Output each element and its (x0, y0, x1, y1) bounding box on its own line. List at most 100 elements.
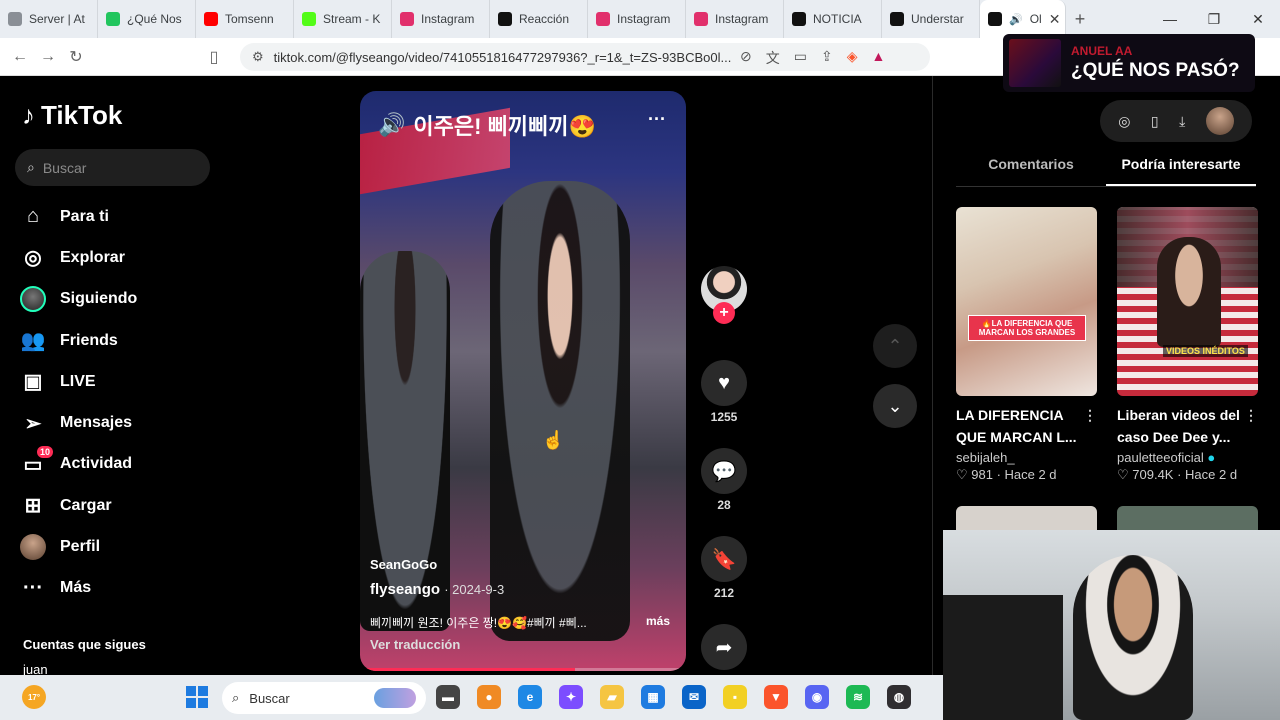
taskbar-apps: ▬ ● e ✦ ▰ ▦ ✉ ▪ ▼ ◉ ≋ ◍ (436, 685, 911, 709)
heart-icon: ♥ (718, 371, 730, 394)
browser-tab[interactable]: Server | At (0, 0, 98, 38)
tiktok-logo[interactable]: ♪ TikTok (22, 100, 122, 131)
suggested-video-card[interactable]: 🔥LA DIFERENCIA QUE MARCAN LOS GRANDES LA… (956, 207, 1097, 483)
browser-tab[interactable]: Instagram (588, 0, 686, 38)
sidebar-item[interactable]: Siguiendo (20, 279, 137, 320)
video-progress-bar[interactable] (360, 668, 686, 671)
follow-plus-icon[interactable]: + (713, 302, 735, 324)
webcam-overlay (943, 530, 1280, 720)
more-link[interactable]: más (646, 614, 670, 631)
card-more-icon[interactable]: ⋮ (1244, 404, 1258, 426)
creator-avatar[interactable]: + (701, 266, 747, 324)
comment-button[interactable]: 💬 (701, 448, 747, 494)
tab-comments[interactable]: Comentarios (956, 156, 1106, 186)
tab-favicon-icon (400, 12, 414, 26)
app-icon[interactable]: ● (477, 685, 501, 709)
translate-icon[interactable]: 文 (766, 48, 780, 68)
sidebar-item[interactable]: ⊞ Cargar (20, 485, 137, 526)
tab-favicon-icon (596, 12, 610, 26)
maximize-button[interactable]: ❐ (1192, 11, 1236, 28)
obs-icon[interactable]: ◍ (887, 685, 911, 709)
file-manager-icon[interactable]: ▬ (436, 685, 460, 709)
sidebar-item[interactable]: ··· Más (20, 568, 137, 609)
browser-tab[interactable]: Instagram (392, 0, 490, 38)
download-icon[interactable]: ⤓ (1179, 113, 1185, 130)
no-tracking-icon[interactable]: ⊘ (740, 48, 752, 68)
speaker-icon: 🔊 (1009, 13, 1023, 26)
copilot-icon[interactable]: ✦ (559, 685, 583, 709)
browser-tab[interactable]: ¿Qué Nos (98, 0, 196, 38)
browser-tab[interactable]: Tomsenn (196, 0, 294, 38)
action-rail: + ♥ 1255 💬 28 🔖 212 ➦ 191 (700, 266, 748, 720)
spotify-icon[interactable]: ≋ (846, 685, 870, 709)
edge-icon[interactable]: e (518, 685, 542, 709)
sidebar-item-label: LIVE (60, 372, 96, 390)
bookmark-icon[interactable]: ▯ (200, 47, 228, 67)
thumbnail-caption: 🔥LA DIFERENCIA QUE MARCAN LOS GRANDES (968, 315, 1086, 341)
cast-icon[interactable]: ▭ (794, 48, 807, 68)
translate-link[interactable]: Ver traducción (370, 637, 460, 652)
sidebar-item[interactable]: ➢ Mensajes (20, 402, 137, 443)
card-user[interactable]: sebijaleh_ (956, 450, 1097, 465)
user-avatar[interactable] (1205, 107, 1234, 135)
share-button[interactable]: ➦ (701, 624, 747, 670)
video-player[interactable]: 🔊 이주은! 삐끼삐끼😍 ··· SeanGoGo flyseango · 20… (360, 91, 686, 671)
brave-shield-icon[interactable]: ◈ (847, 48, 858, 68)
video-more-button[interactable]: ··· (648, 109, 666, 130)
brave-rewards-icon[interactable]: ▲ (871, 48, 885, 68)
folder-icon[interactable]: ▰ (600, 685, 624, 709)
sidebar-item[interactable]: ▭ 10 Actividad (20, 444, 137, 485)
now-playing-notification[interactable]: ANUEL AA ¿QUÉ NOS PASÓ? (1003, 34, 1255, 92)
video-author[interactable]: flyseango · 2024-9-3 (370, 581, 504, 598)
sidebar-item[interactable]: 👥 Friends (20, 320, 137, 361)
card-more-icon[interactable]: ⋮ (1083, 404, 1097, 426)
sticky-notes-icon[interactable]: ▪ (723, 685, 747, 709)
minimize-button[interactable]: — (1148, 11, 1192, 28)
like-button[interactable]: ♥ (701, 360, 747, 406)
sidebar-item[interactable]: ⌂ Para ti (20, 196, 137, 237)
browser-tab[interactable]: Understar (882, 0, 980, 38)
compass-icon[interactable]: ◎ (1118, 113, 1130, 130)
store-icon[interactable]: ▦ (641, 685, 665, 709)
browser-tab[interactable]: NOTICIA (784, 0, 882, 38)
browser-tab[interactable]: Reacción (490, 0, 588, 38)
brave-icon[interactable]: ▼ (764, 685, 788, 709)
mobile-icon[interactable]: ▯ (1151, 113, 1159, 130)
search-input[interactable]: ⌕ Buscar (15, 149, 210, 186)
taskbar-search[interactable]: ⌕ Buscar (222, 682, 426, 714)
avatar (20, 286, 46, 313)
close-tab-icon[interactable]: ✕ (1049, 11, 1061, 28)
sidebar-item[interactable]: Perfil (20, 526, 137, 567)
outlook-icon[interactable]: ✉ (682, 685, 706, 709)
upload-icon: ⊞ (24, 495, 42, 518)
sidebar-item[interactable]: ◎ Explorar (20, 237, 137, 278)
tab-favicon-icon (694, 12, 708, 26)
description-text: 삐끼삐끼 원조! 이주은 짱!😍🥰#삐끼 #삐... (370, 616, 587, 630)
share-icon[interactable]: ⇪ (821, 48, 833, 68)
weather-widget[interactable]: 17° (22, 685, 46, 709)
previous-video-button[interactable]: ⌃ (873, 324, 917, 368)
card-user[interactable]: pauletteeoficial ● (1117, 450, 1258, 465)
next-video-button[interactable]: ⌄ (873, 384, 917, 428)
reload-icon[interactable]: ↻ (62, 47, 90, 67)
forward-icon[interactable]: → (34, 48, 62, 66)
browser-tab[interactable]: Instagram (686, 0, 784, 38)
close-window-button[interactable]: ✕ (1236, 11, 1280, 28)
site-settings-icon[interactable]: ⚙ (252, 49, 264, 65)
tab-suggested[interactable]: Podría interesarte (1106, 156, 1256, 186)
back-icon[interactable]: ← (6, 48, 34, 66)
suggested-video-card[interactable]: VIDEOS INÉDITOS Liberan videos del caso … (1117, 207, 1258, 483)
volume-icon[interactable]: 🔊 (378, 112, 405, 138)
avatar (20, 534, 46, 561)
sidebar-item[interactable]: ▣ LIVE (20, 361, 137, 402)
discord-icon[interactable]: ◉ (805, 685, 829, 709)
new-tab-button[interactable]: + (1066, 9, 1094, 30)
save-count: 212 (713, 586, 735, 600)
tab-active[interactable]: 🔊 Ol ✕ (980, 0, 1066, 38)
browser-tab[interactable]: Stream - K (294, 0, 392, 38)
video-title: 🔊 이주은! 삐끼삐끼😍 (378, 109, 596, 141)
start-button[interactable] (186, 686, 208, 708)
save-button[interactable]: 🔖 (701, 536, 747, 582)
tab-favicon-icon (8, 12, 22, 26)
url-text: tiktok.com/@flyseango/video/741055181647… (273, 49, 732, 65)
